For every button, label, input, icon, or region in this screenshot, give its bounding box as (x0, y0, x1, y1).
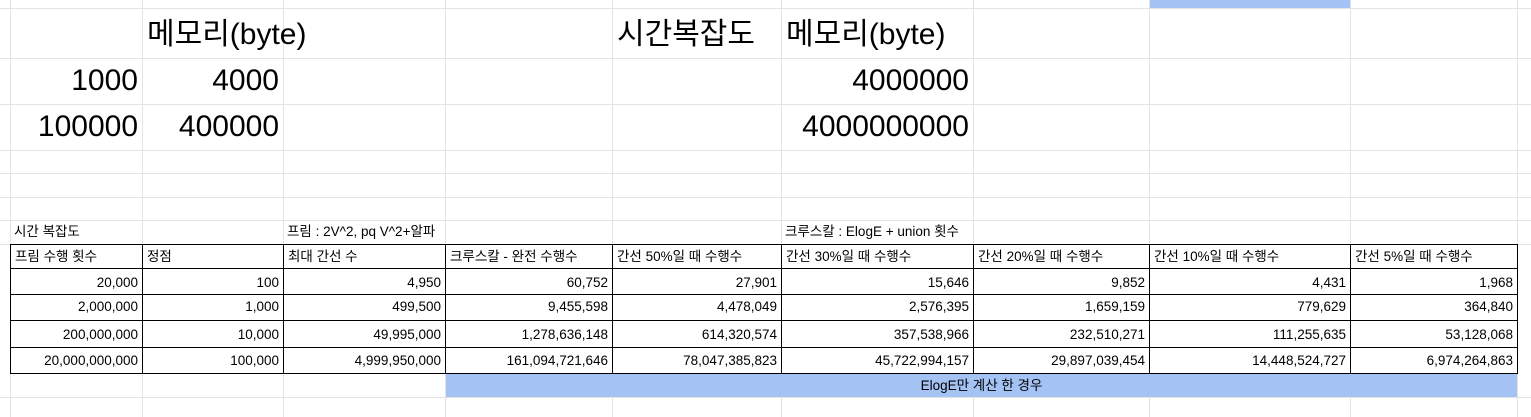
table-cell[interactable]: 2,000,000 (10, 296, 142, 318)
table-cell[interactable]: 100 (142, 272, 283, 294)
table-cell[interactable]: 1,000 (142, 296, 283, 318)
table-cell[interactable]: 53,128,068 (1350, 324, 1517, 346)
memory-value-cell[interactable]: 4000 (142, 58, 283, 104)
table-border (10, 320, 1518, 321)
column-header[interactable]: 간선 50%일 때 수행수 (613, 246, 742, 268)
column-header[interactable]: 최대 간선 수 (284, 246, 358, 268)
table-cell[interactable]: 4,999,950,000 (283, 350, 445, 372)
table-cell[interactable]: 15,646 (781, 272, 973, 294)
column-header[interactable]: 간선 5%일 때 수행수 (1351, 246, 1473, 268)
table-cell[interactable]: 9,455,598 (445, 296, 612, 318)
n-value-cell[interactable]: 1000 (10, 58, 142, 104)
column-header[interactable]: 크루스칼 - 완전 수행수 (446, 246, 578, 268)
table-border (10, 347, 1518, 348)
time-complexity-label: 시간 복잡도 (14, 224, 80, 239)
memory-value-cell[interactable]: 4000000000 (781, 104, 973, 150)
row-gridline (0, 173, 1531, 174)
table-border (10, 294, 1518, 295)
table-cell[interactable]: 161,094,721,646 (445, 350, 612, 372)
column-header[interactable]: 정점 (143, 246, 172, 268)
table-cell[interactable]: 364,840 (1350, 296, 1517, 318)
table-cell[interactable]: 49,995,000 (283, 324, 445, 346)
memory-header-right: 메모리(byte) (786, 18, 946, 51)
kruskal-formula-label: 크루스칼 : ElogE + union 횟수 (785, 224, 959, 239)
table-cell[interactable]: 20,000,000,000 (10, 350, 142, 372)
spreadsheet-grid[interactable]: 메모리(byte) 시간복잡도 메모리(byte) 1000 4000 4000… (0, 0, 1531, 417)
table-cell[interactable]: 779,629 (1149, 296, 1350, 318)
table-border (10, 268, 1518, 269)
table-cell[interactable]: 357,538,966 (781, 324, 973, 346)
table-cell[interactable]: 499,500 (283, 296, 445, 318)
memory-value-cell[interactable]: 400000 (142, 104, 283, 150)
table-cell[interactable]: 27,901 (612, 272, 781, 294)
row-gridline (0, 197, 1531, 198)
table-cell[interactable]: 9,852 (973, 272, 1149, 294)
table-border (10, 244, 1518, 245)
table-cell[interactable]: 4,431 (1149, 272, 1350, 294)
table-cell[interactable]: 45,722,994,157 (781, 350, 973, 372)
table-cell[interactable]: 14,448,524,727 (1149, 350, 1350, 372)
column-header[interactable]: 프림 수행 횟수 (11, 246, 97, 268)
row-gridline (0, 8, 1531, 9)
table-border (1517, 244, 1518, 374)
column-header[interactable]: 간선 20%일 때 수행수 (974, 246, 1103, 268)
table-cell[interactable]: 1,968 (1350, 272, 1517, 294)
table-cell[interactable]: 6,974,264,863 (1350, 350, 1517, 372)
table-cell[interactable]: 10,000 (142, 324, 283, 346)
table-cell[interactable]: 232,510,271 (973, 324, 1149, 346)
row-gridline (0, 220, 1531, 221)
row-gridline (0, 150, 1531, 151)
selected-cell-highlight[interactable] (1150, 0, 1350, 8)
table-cell[interactable]: 2,576,395 (781, 296, 973, 318)
table-cell[interactable]: 4,478,049 (612, 296, 781, 318)
table-cell[interactable]: 111,255,635 (1149, 324, 1350, 346)
table-cell[interactable]: 1,659,159 (973, 296, 1149, 318)
table-cell[interactable]: 1,278,636,148 (445, 324, 612, 346)
table-cell[interactable]: 60,752 (445, 272, 612, 294)
table-cell[interactable]: 78,047,385,823 (612, 350, 781, 372)
table-cell[interactable]: 29,897,039,454 (973, 350, 1149, 372)
n-value-cell[interactable]: 100000 (10, 104, 142, 150)
column-header[interactable]: 간선 30%일 때 수행수 (782, 246, 911, 268)
table-cell[interactable]: 4,950 (283, 272, 445, 294)
memory-value-cell[interactable]: 4000000 (781, 58, 973, 104)
prim-formula-label: 프림 : 2V^2, pq V^2+알파 (287, 224, 436, 239)
table-cell[interactable]: 20,000 (10, 272, 142, 294)
note-text: ElogE만 계산 한 경우 (920, 378, 1043, 393)
time-complexity-header: 시간복잡도 (617, 18, 755, 51)
table-cell[interactable]: 200,000,000 (10, 324, 142, 346)
column-header[interactable]: 간선 10%일 때 수행수 (1150, 246, 1279, 268)
table-cell[interactable]: 614,320,574 (612, 324, 781, 346)
memory-header-left: 메모리(byte) (147, 18, 307, 51)
table-cell[interactable]: 100,000 (142, 350, 283, 372)
